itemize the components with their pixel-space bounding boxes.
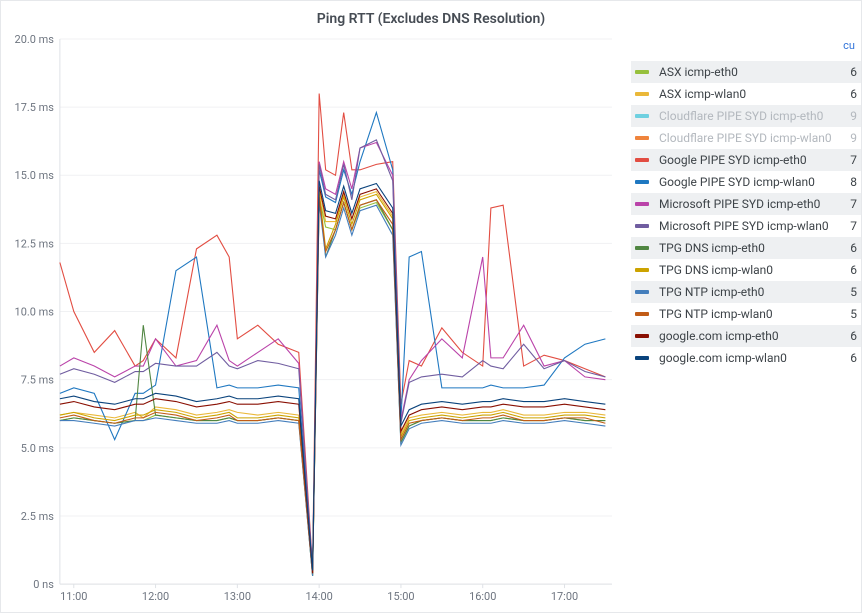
svg-text:2.5 ms: 2.5 ms (21, 510, 55, 523)
legend-label: Microsoft PIPE SYD icmp-eth0 (659, 197, 843, 211)
legend-swatch (635, 224, 649, 228)
legend-label: Cloudflare PIPE SYD icmp-eth0 (659, 109, 843, 123)
legend-value: 5 (843, 285, 857, 299)
svg-text:16:00: 16:00 (469, 590, 496, 603)
plot-area[interactable]: 0 ns 2.5 ms 5.0 ms 7.5 ms 10.0 ms 12.5 ms 15.0… (1, 35, 621, 612)
legend-value: 5 (843, 307, 857, 321)
legend-swatch (635, 136, 649, 140)
svg-text:7.5 ms: 7.5 ms (21, 374, 55, 387)
legend-swatch (635, 246, 649, 250)
svg-text:20.0 ms: 20.0 ms (15, 35, 55, 46)
svg-text:10.0 ms: 10.0 ms (15, 306, 55, 319)
legend-row[interactable]: TPG NTP icmp-wlan05 (631, 303, 861, 325)
legend-value: 6 (843, 263, 857, 277)
legend-label: TPG DNS icmp-wlan0 (659, 263, 843, 277)
legend-row[interactable]: TPG DNS icmp-eth06 (631, 237, 861, 259)
chart-panel: Ping RTT (Excludes DNS Resolution) 0 ns 2… (0, 0, 862, 613)
legend-swatch (635, 312, 649, 316)
legend-row[interactable]: google.com icmp-wlan06 (631, 347, 861, 369)
legend-label: Microsoft PIPE SYD icmp-wlan0 (659, 219, 843, 233)
legend-value: 6 (843, 65, 857, 79)
svg-text:11:00: 11:00 (60, 590, 87, 603)
legend-row[interactable]: TPG DNS icmp-wlan06 (631, 259, 861, 281)
legend-swatch (635, 158, 649, 162)
legend-header[interactable]: cu (843, 39, 855, 52)
legend-value: 6 (843, 329, 857, 343)
legend-label: TPG DNS icmp-eth0 (659, 241, 843, 255)
chart-title: Ping RTT (Excludes DNS Resolution) (1, 1, 861, 35)
legend-label: Google PIPE SYD icmp-wlan0 (659, 175, 843, 189)
legend-swatch (635, 334, 649, 338)
svg-text:17:00: 17:00 (551, 590, 578, 603)
svg-text:17.5 ms: 17.5 ms (15, 101, 55, 114)
legend-label: TPG NTP icmp-eth0 (659, 285, 843, 299)
legend: cu ASX icmp-eth06ASX icmp-wlan06Cloudfla… (621, 35, 861, 612)
legend-value: 7 (843, 219, 857, 233)
svg-text:13:00: 13:00 (224, 590, 251, 603)
legend-label: Cloudflare PIPE SYD icmp-wlan0 (659, 131, 843, 145)
legend-value: 6 (843, 351, 857, 365)
legend-row[interactable]: Microsoft PIPE SYD icmp-eth07 (631, 193, 861, 215)
legend-row[interactable]: google.com icmp-eth06 (631, 325, 861, 347)
legend-swatch (635, 114, 649, 118)
legend-label: ASX icmp-eth0 (659, 65, 843, 79)
legend-label: google.com icmp-eth0 (659, 329, 843, 343)
svg-text:12:00: 12:00 (142, 590, 169, 603)
legend-label: TPG NTP icmp-wlan0 (659, 307, 843, 321)
legend-swatch (635, 356, 649, 360)
legend-swatch (635, 92, 649, 96)
legend-row[interactable]: TPG NTP icmp-eth05 (631, 281, 861, 303)
legend-value: 9 (843, 109, 857, 123)
svg-text:12.5 ms: 12.5 ms (15, 237, 55, 250)
legend-label: google.com icmp-wlan0 (659, 351, 843, 365)
legend-swatch (635, 180, 649, 184)
plot-svg: 0 ns 2.5 ms 5.0 ms 7.5 ms 10.0 ms 12.5 ms 15.0… (1, 35, 621, 612)
svg-text:15.0 ms: 15.0 ms (15, 169, 55, 182)
legend-value: 7 (843, 153, 857, 167)
legend-value: 6 (843, 87, 857, 101)
legend-value: 7 (843, 197, 857, 211)
legend-swatch (635, 202, 649, 206)
legend-value: 8 (843, 175, 857, 189)
legend-row[interactable]: Cloudflare PIPE SYD icmp-wlan09 (631, 127, 861, 149)
svg-text:15:00: 15:00 (387, 590, 414, 603)
svg-text:0 ns: 0 ns (33, 578, 54, 591)
legend-row[interactable]: ASX icmp-eth06 (631, 61, 861, 83)
legend-swatch (635, 268, 649, 272)
legend-row[interactable]: Microsoft PIPE SYD icmp-wlan07 (631, 215, 861, 237)
legend-row[interactable]: Cloudflare PIPE SYD icmp-eth09 (631, 105, 861, 127)
chart-body: 0 ns 2.5 ms 5.0 ms 7.5 ms 10.0 ms 12.5 ms 15.0… (1, 35, 861, 612)
svg-text:14:00: 14:00 (306, 590, 333, 603)
legend-value: 9 (843, 131, 857, 145)
legend-row[interactable]: ASX icmp-wlan06 (631, 83, 861, 105)
svg-text:5.0 ms: 5.0 ms (21, 442, 55, 455)
legend-row[interactable]: Google PIPE SYD icmp-wlan08 (631, 171, 861, 193)
legend-label: ASX icmp-wlan0 (659, 87, 843, 101)
legend-value: 6 (843, 241, 857, 255)
legend-row[interactable]: Google PIPE SYD icmp-eth07 (631, 149, 861, 171)
legend-label: Google PIPE SYD icmp-eth0 (659, 153, 843, 167)
legend-swatch (635, 290, 649, 294)
legend-swatch (635, 70, 649, 74)
